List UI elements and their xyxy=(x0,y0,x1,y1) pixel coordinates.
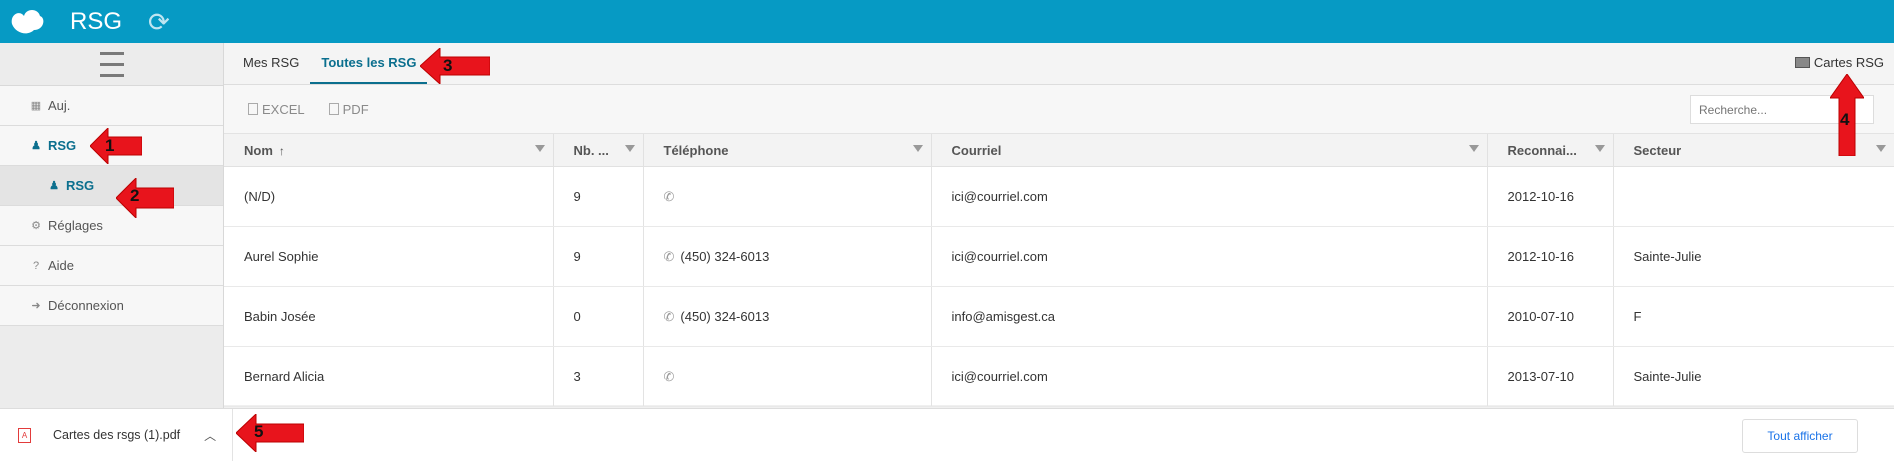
tab-mes-rsg[interactable]: Mes RSG xyxy=(232,43,310,84)
cell-courriel: info@amisgest.ca xyxy=(931,286,1488,347)
table-header-row: Nom ↑ Nb. ... Téléphone Courriel Reconnai… xyxy=(224,134,1894,167)
cell-secteur: Sainte-Julie xyxy=(1613,226,1894,287)
annotation-arrow-left xyxy=(420,48,490,84)
table-row[interactable]: (N/D) 9 ✆ ici@courriel.com 2012-10-16 xyxy=(224,166,1894,227)
cell-nb: 3 xyxy=(553,346,644,407)
sidebar-item-deconnexion[interactable]: ➜ Déconnexion xyxy=(0,286,223,326)
filter-icon[interactable] xyxy=(1468,145,1479,152)
annotation-arrow-left xyxy=(90,128,142,164)
cell-secteur: F xyxy=(1613,286,1894,347)
cell-nb: 0 xyxy=(553,286,644,347)
table-row[interactable]: Bernard Alicia 3 ✆ ici@courriel.com 2013… xyxy=(224,346,1894,407)
sidebar-item-label: Auj. xyxy=(48,98,71,113)
person-icon: ♟ xyxy=(31,140,41,152)
app-logo xyxy=(8,4,48,40)
annotation-arrow-left xyxy=(236,414,304,452)
person-icon: ♟ xyxy=(49,180,59,192)
pdf-file-icon: A xyxy=(18,427,31,443)
sidebar-item-label: RSG xyxy=(48,138,77,153)
column-header-reconnaissance[interactable]: Reconnai... xyxy=(1487,134,1614,167)
annotation-number: 3 xyxy=(443,56,453,75)
table-row[interactable]: Aurel Sophie 9 ✆ (450) 324-6013 ici@courr… xyxy=(224,226,1894,287)
sidebar-item-aide[interactable]: ? Aide xyxy=(0,246,223,286)
pdf-label: PDF xyxy=(342,101,369,117)
annotation-arrow-left xyxy=(116,178,174,218)
annotation-number: 5 xyxy=(254,422,264,441)
phone-icon: ✆ xyxy=(663,308,675,324)
annotation-number: 2 xyxy=(130,186,140,205)
phone-icon: ✆ xyxy=(663,248,675,264)
sort-asc-icon: ↑ xyxy=(278,143,285,158)
gear-icon: ⚙ xyxy=(31,220,41,232)
phone-icon: ✆ xyxy=(663,188,675,204)
sidebar-subitem-rsg[interactable]: ♟ RSG xyxy=(0,166,223,206)
filter-icon[interactable] xyxy=(624,145,635,152)
filter-icon[interactable] xyxy=(534,145,545,152)
main-content: Mes RSG Toutes les RSG Cartes RSG EXCEL … xyxy=(224,43,1894,407)
cell-courriel: ici@courriel.com xyxy=(931,226,1488,287)
filter-icon[interactable] xyxy=(1594,145,1605,152)
cell-reconnaissance: 2012-10-16 xyxy=(1487,166,1614,227)
app-header: RSG ⟳ xyxy=(0,0,1894,43)
sidebar-item-label: RSG xyxy=(66,178,95,193)
menu-toggle[interactable] xyxy=(0,43,223,86)
phone-icon: ✆ xyxy=(663,368,675,384)
column-header-nb[interactable]: Nb. ... xyxy=(553,134,644,167)
cell-secteur: Sainte-Julie xyxy=(1613,346,1894,407)
id-card-icon xyxy=(1794,57,1810,68)
pdf-export-button[interactable]: PDF xyxy=(328,101,369,117)
file-pdf-icon xyxy=(328,103,339,115)
tab-toutes-les-rsg[interactable]: Toutes les RSG xyxy=(310,43,428,84)
sidebar-item-reglages[interactable]: ⚙ Réglages xyxy=(0,206,223,246)
column-header-courriel[interactable]: Courriel xyxy=(931,134,1488,167)
sidebar-item-label: Aide xyxy=(48,258,75,273)
logout-icon: ➜ xyxy=(31,300,41,312)
filter-icon[interactable] xyxy=(1875,145,1886,152)
toolbar: EXCEL PDF xyxy=(224,85,1894,134)
table-row[interactable]: Babin Josée 0 ✆ (450) 324-6013 info@amisg… xyxy=(224,286,1894,347)
download-filename: Cartes des rsgs (1).pdf xyxy=(53,428,181,442)
cell-courriel: ici@courriel.com xyxy=(931,166,1488,227)
column-header-telephone[interactable]: Téléphone xyxy=(643,134,932,167)
cell-reconnaissance: 2013-07-10 xyxy=(1487,346,1614,407)
cartes-rsg-label: Cartes RSG xyxy=(1813,55,1884,70)
cell-nom: (N/D) xyxy=(224,166,554,227)
cell-reconnaissance: 2010-07-10 xyxy=(1487,286,1614,347)
sidebar: ▦ Auj. ♟ RSG ♟ RSG ⚙ Réglages ? Aide ➜ D… xyxy=(0,43,224,408)
rsg-table: Nom ↑ Nb. ... Téléphone Courriel Reconnai… xyxy=(224,134,1894,407)
column-header-nom[interactable]: Nom ↑ xyxy=(224,134,554,167)
cell-nom: Babin Josée xyxy=(224,286,554,347)
cell-reconnaissance: 2012-10-16 xyxy=(1487,226,1614,287)
file-excel-icon xyxy=(248,103,258,115)
download-item[interactable]: A Cartes des rsgs (1).pdf ︿ xyxy=(0,409,233,461)
show-all-downloads-button[interactable]: Tout afficher xyxy=(1742,419,1858,453)
cell-telephone: ✆ (450) 324-6013 xyxy=(643,286,932,347)
cell-telephone: ✆ xyxy=(643,346,932,407)
annotation-number: 1 xyxy=(105,136,115,155)
cell-nb: 9 xyxy=(553,226,644,287)
hamburger-icon xyxy=(99,48,124,81)
sidebar-item-label: Réglages xyxy=(48,218,103,233)
cell-courriel: ici@courriel.com xyxy=(931,346,1488,407)
cell-nom: Bernard Alicia xyxy=(224,346,554,407)
filter-icon[interactable] xyxy=(912,145,923,152)
calendar-icon: ▦ xyxy=(30,100,42,112)
refresh-icon[interactable]: ⟳ xyxy=(148,9,170,35)
annotation-number: 4 xyxy=(1840,110,1850,129)
excel-label: EXCEL xyxy=(262,101,305,117)
cell-nom: Aurel Sophie xyxy=(224,226,554,287)
chevron-up-icon[interactable]: ︿ xyxy=(204,427,216,444)
sidebar-item-auj[interactable]: ▦ Auj. xyxy=(0,86,223,126)
cell-telephone: ✆ xyxy=(643,166,932,227)
cell-nb: 9 xyxy=(553,166,644,227)
help-icon: ? xyxy=(32,259,40,272)
app-title: RSG xyxy=(70,7,123,35)
excel-export-button[interactable]: EXCEL xyxy=(248,102,305,117)
cell-secteur xyxy=(1613,166,1894,227)
sidebar-item-label: Déconnexion xyxy=(48,298,124,313)
cell-telephone: ✆ (450) 324-6013 xyxy=(643,226,932,287)
cartes-rsg-button[interactable]: Cartes RSG xyxy=(1794,55,1884,70)
